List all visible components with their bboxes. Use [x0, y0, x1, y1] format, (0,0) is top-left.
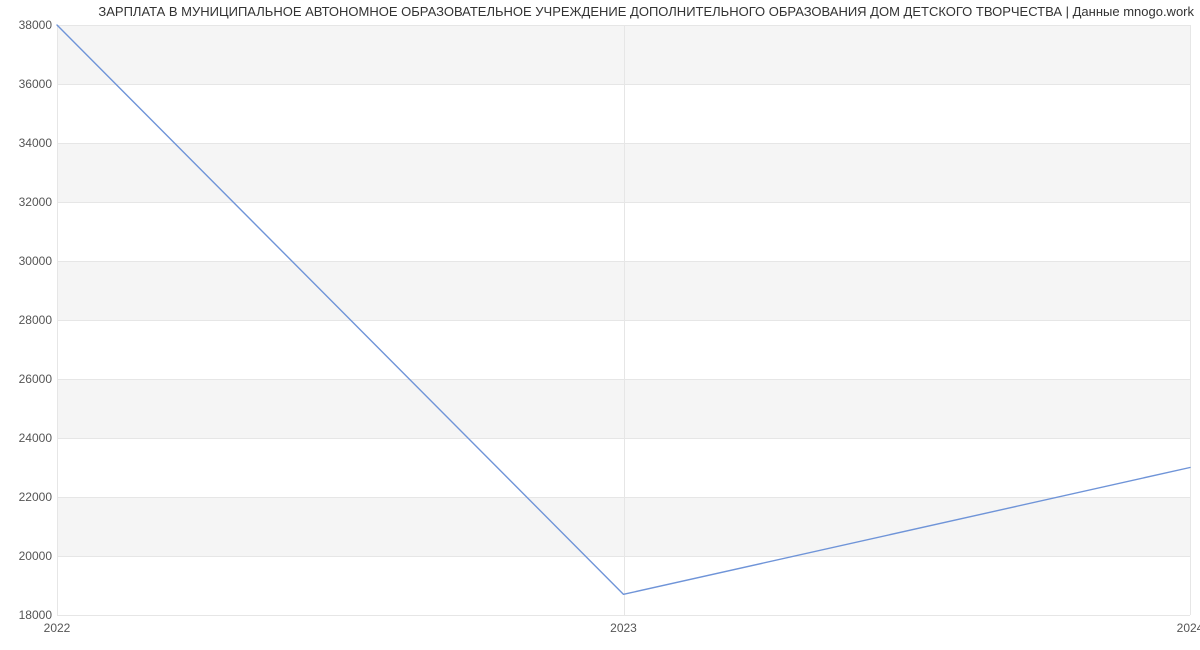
y-tick-label: 32000: [6, 195, 52, 209]
x-tick-label: 2024: [1177, 621, 1200, 635]
y-tick-label: 38000: [6, 18, 52, 32]
line-series: [57, 25, 1190, 615]
gridline-horizontal: [57, 615, 1190, 616]
y-tick-label: 18000: [6, 608, 52, 622]
y-tick-label: 34000: [6, 136, 52, 150]
y-tick-label: 36000: [6, 77, 52, 91]
x-tick-label: 2023: [610, 621, 637, 635]
y-tick-label: 30000: [6, 254, 52, 268]
y-tick-label: 28000: [6, 313, 52, 327]
plot-area: [57, 25, 1190, 616]
y-tick-label: 20000: [6, 549, 52, 563]
chart-container: ЗАРПЛАТА В МУНИЦИПАЛЬНОЕ АВТОНОМНОЕ ОБРА…: [0, 0, 1200, 650]
y-tick-label: 24000: [6, 431, 52, 445]
x-tick-label: 2022: [44, 621, 71, 635]
chart-title: ЗАРПЛАТА В МУНИЦИПАЛЬНОЕ АВТОНОМНОЕ ОБРА…: [0, 4, 1194, 19]
y-tick-label: 22000: [6, 490, 52, 504]
gridline-vertical: [1190, 25, 1191, 615]
y-tick-label: 26000: [6, 372, 52, 386]
